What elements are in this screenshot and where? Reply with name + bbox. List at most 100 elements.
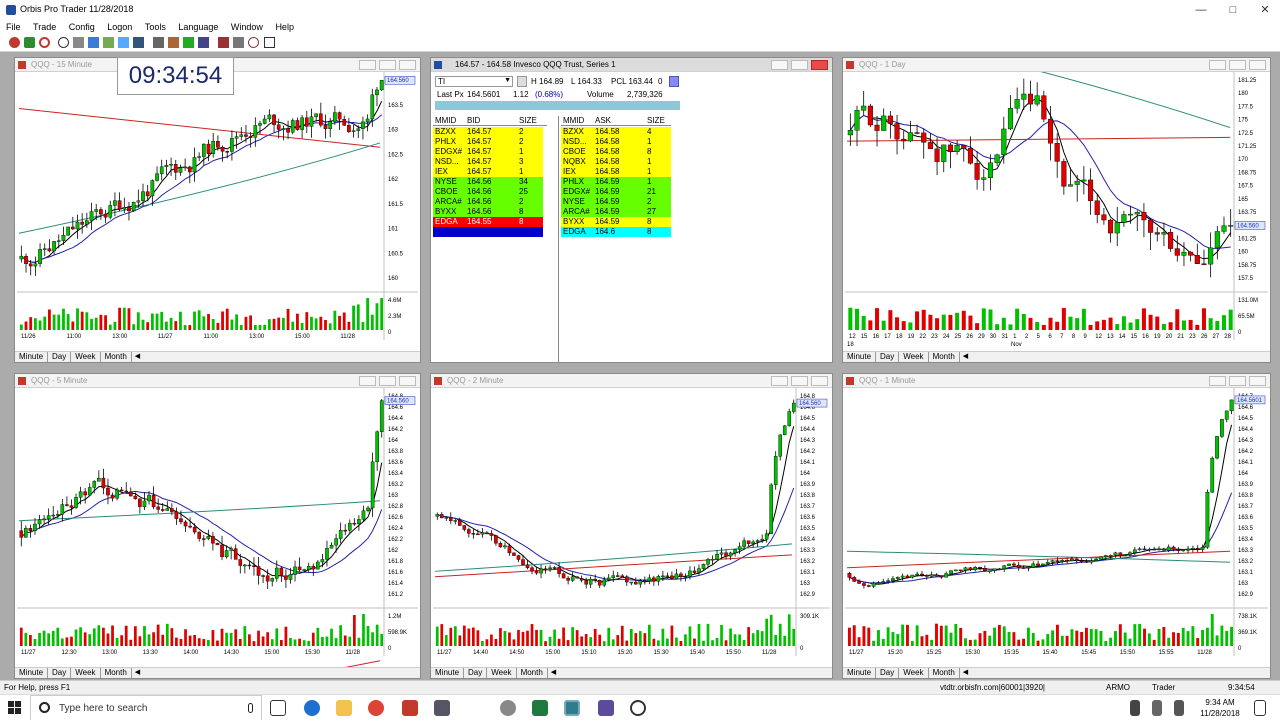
settings-icon[interactable] — [233, 37, 244, 48]
tab-month[interactable]: Month — [517, 668, 548, 678]
tab-month[interactable]: Month — [929, 352, 960, 362]
level2-panel[interactable]: 164.57 - 164.58 Invesco QQQ Trust, Serie… — [430, 57, 833, 363]
tab-day[interactable]: Day — [876, 352, 900, 362]
close-icon[interactable] — [1249, 376, 1266, 386]
tools-icon[interactable] — [218, 37, 229, 48]
tab-scroll-left-icon[interactable]: ◀ — [960, 352, 971, 362]
ask-row[interactable]: PHLX 164.59 1 — [561, 177, 671, 187]
minimize-icon[interactable]: — — [1186, 1, 1216, 19]
chart-2min[interactable]: 164.8164.6164.5164.4164.3164.2164.116416… — [431, 388, 832, 668]
tab-week[interactable]: Week — [899, 352, 929, 362]
chart-icon[interactable] — [133, 37, 144, 48]
menu-file[interactable]: File — [6, 20, 21, 34]
minimize-icon[interactable] — [1209, 376, 1226, 386]
close-icon[interactable]: ✕ — [1250, 1, 1280, 19]
bid-row[interactable]: EDGX# 164.57 1 — [433, 147, 543, 157]
edge-icon[interactable] — [304, 700, 320, 716]
watchlist-icon[interactable] — [183, 37, 194, 48]
order-icon[interactable] — [9, 37, 20, 48]
ask-row[interactable]: ARCA# 164.59 27 — [561, 207, 671, 217]
app-icon-2[interactable] — [500, 700, 516, 716]
notification-icon[interactable] — [1254, 700, 1266, 716]
app-icon-4[interactable] — [630, 700, 646, 716]
level2-icon[interactable] — [153, 37, 164, 48]
tab-month[interactable]: Month — [101, 668, 132, 678]
file-explorer-icon[interactable] — [336, 700, 352, 716]
ask-row[interactable]: NQBX 164.58 1 — [561, 157, 671, 167]
bid-row[interactable]: IEX 164.57 1 — [433, 167, 543, 177]
clock-icon[interactable] — [58, 37, 69, 48]
tab-day[interactable]: Day — [464, 668, 488, 678]
maximize-icon[interactable] — [379, 376, 396, 386]
refresh-icon[interactable] — [39, 37, 50, 48]
ask-row[interactable]: CBOE 164.58 8 — [561, 147, 671, 157]
scan-icon[interactable] — [103, 37, 114, 48]
bid-row[interactable]: NSD... 164.57 3 — [433, 157, 543, 167]
maximize-icon[interactable] — [1229, 60, 1246, 70]
panel-title-bar[interactable]: QQQ - 1 Minute — [843, 374, 1270, 388]
chart-15min[interactable]: 164163.5163162.5162161.5161160.5160164.5… — [15, 72, 420, 352]
minimize-icon[interactable] — [771, 60, 788, 70]
tab-day[interactable]: Day — [876, 668, 900, 678]
panel-title-bar[interactable]: QQQ - 5 Minute — [15, 374, 420, 388]
chart-panel-1day[interactable]: QQQ - 1 Day 181.25 180 177.5 175 172.5 171.25… — [842, 57, 1271, 363]
maximize-icon[interactable] — [379, 60, 396, 70]
tab-minute[interactable]: Minute — [431, 668, 465, 678]
taskbar-clock[interactable]: 9:34 AM 11/28/2018 — [1190, 697, 1250, 719]
close-icon[interactable] — [399, 376, 416, 386]
tab-minute[interactable]: Minute — [843, 668, 877, 678]
tab-scroll-left-icon[interactable]: ◀ — [132, 668, 143, 678]
tab-scroll-left-icon[interactable]: ◀ — [548, 668, 559, 678]
tab-scroll-left-icon[interactable]: ◀ — [132, 352, 143, 362]
ask-row[interactable]: EDGX# 164.59 21 — [561, 187, 671, 197]
bid-row[interactable]: NYSE 164.56 34 — [433, 177, 543, 187]
close-icon[interactable] — [811, 376, 828, 386]
tab-month[interactable]: Month — [929, 668, 960, 678]
menu-tools[interactable]: Tools — [145, 20, 166, 34]
panel-title-bar[interactable]: QQQ - 2 Minute — [431, 374, 832, 388]
tab-month[interactable]: Month — [101, 352, 132, 362]
ask-row[interactable]: EDGA 164.6 8 — [561, 227, 671, 237]
news-icon[interactable] — [168, 37, 179, 48]
chart-5min[interactable]: 164.8164.6164.4164.2164163.8163.6163.416… — [15, 388, 420, 668]
bid-row[interactable]: PHLX 164.57 2 — [433, 137, 543, 147]
volume-icon[interactable] — [1152, 700, 1162, 716]
chart-panel-15min[interactable]: QQQ - 15 Minute 164163.5163162.5162161.5… — [14, 57, 421, 363]
tab-minute[interactable]: Minute — [843, 352, 877, 362]
mail-icon[interactable] — [198, 37, 209, 48]
orbis-icon[interactable] — [564, 700, 580, 716]
excel-icon[interactable] — [532, 700, 548, 716]
chart-1min[interactable]: 164.7164.6164.5164.4164.3164.2164.116416… — [843, 388, 1270, 668]
maximize-icon[interactable] — [791, 60, 808, 70]
maximize-icon[interactable] — [791, 376, 808, 386]
menu-language[interactable]: Language — [178, 20, 218, 34]
maximize-icon[interactable] — [1229, 376, 1246, 386]
positions-icon[interactable] — [73, 37, 84, 48]
tab-minute[interactable]: Minute — [15, 352, 49, 362]
tab-week[interactable]: Week — [71, 352, 101, 362]
minimize-icon[interactable] — [1209, 60, 1226, 70]
chart-panel-5min[interactable]: QQQ - 5 Minute 164.8164.6164.4164.216416… — [14, 373, 421, 679]
menu-window[interactable]: Window — [231, 20, 263, 34]
maximize-icon[interactable]: □ — [1218, 1, 1248, 19]
bid-row[interactable] — [433, 227, 543, 237]
chrome-icon[interactable] — [368, 700, 384, 716]
bid-row[interactable]: CBOE 164.56 25 — [433, 187, 543, 197]
tab-week[interactable]: Week — [487, 668, 517, 678]
bid-row[interactable]: BZXX 164.57 2 — [433, 127, 543, 137]
task-view-icon[interactable] — [270, 700, 286, 716]
ask-row[interactable]: BZXX 164.58 4 — [561, 127, 671, 137]
bid-row[interactable]: BYXX 164.56 8 — [433, 207, 543, 217]
dollar-icon[interactable] — [24, 37, 35, 48]
search-icon[interactable] — [118, 37, 129, 48]
system-tray-icon[interactable] — [1174, 700, 1184, 716]
tab-minute[interactable]: Minute — [15, 668, 49, 678]
tab-scroll-left-icon[interactable]: ◀ — [960, 668, 971, 678]
ask-row[interactable]: NSD... 164.58 1 — [561, 137, 671, 147]
chart-panel-1min[interactable]: QQQ - 1 Minute 164.7164.6164.5164.4164.3… — [842, 373, 1271, 679]
close-icon[interactable] — [1249, 60, 1266, 70]
percent-icon[interactable] — [88, 37, 99, 48]
close-icon[interactable] — [399, 60, 416, 70]
menu-help[interactable]: Help — [275, 20, 294, 34]
panel-title-bar[interactable]: 164.57 - 164.58 Invesco QQQ Trust, Serie… — [431, 58, 832, 72]
